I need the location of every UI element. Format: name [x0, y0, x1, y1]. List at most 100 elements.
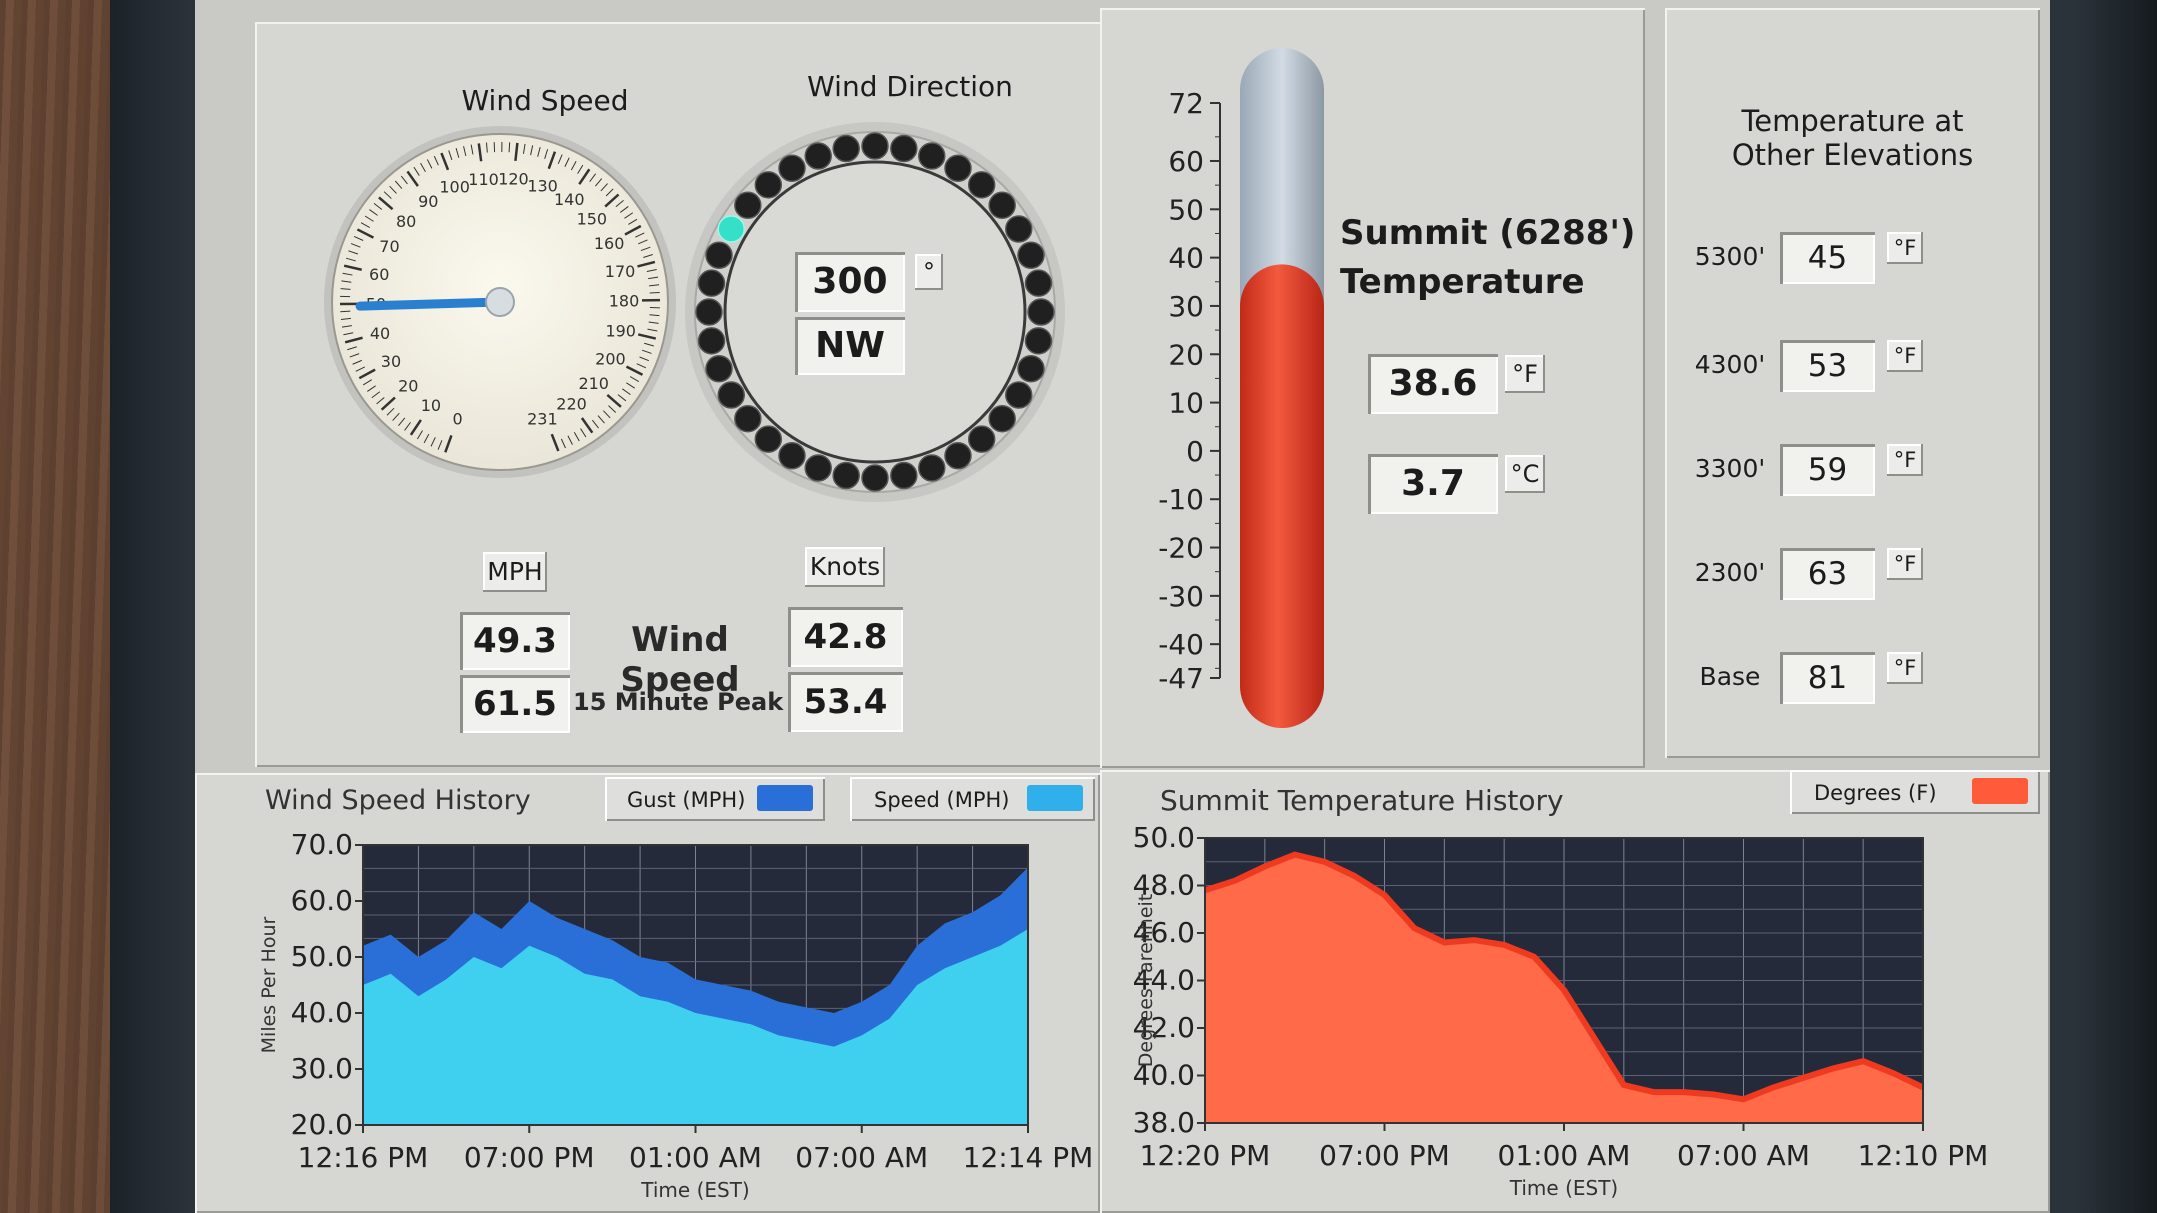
gauge-tick-label: 30 [381, 352, 401, 371]
gauge-tick [508, 142, 511, 153]
gauge-tick-label: 100 [439, 178, 470, 197]
elevations-title-line1: Temperature at [1741, 104, 1964, 138]
gauge-tick-label: 120 [498, 170, 529, 189]
thermometer-tick-label: 72 [1168, 87, 1204, 120]
degree-unit-label: ° [915, 254, 943, 290]
gauge-tick-label: 170 [605, 262, 636, 281]
legend-degrees[interactable]: Degrees (F) [1790, 770, 2040, 814]
elevation-label: 5300' [1694, 242, 1766, 271]
thermometer: 72 60 50 40 30 20 10 0 -10 -20 -30 -40-47 [1158, 48, 1324, 728]
celsius-unit-label: °C [1505, 455, 1545, 493]
x-tick-label: 12:14 PM [963, 1141, 1094, 1174]
gauge-tick-label: 220 [556, 394, 587, 413]
wind-speed-knots-value: 42.8 [788, 607, 903, 667]
thermometer-tick-label: 40 [1168, 242, 1204, 275]
wind-panel: Wind Speed Wind Direction 01020304050607… [255, 22, 1155, 767]
legend-degrees-label: Degrees (F) [1814, 781, 1937, 805]
gauge-tick-label: 190 [605, 321, 636, 340]
gauge-tick-label: 10 [421, 396, 441, 415]
elevation-unit-label: °F [1887, 340, 1923, 372]
gauge-tick-label: 0 [452, 410, 462, 429]
thermometer-tick-label: -20 [1158, 532, 1204, 565]
legend-speed-label: Speed (MPH) [874, 788, 1010, 812]
gauge-tick-label: 150 [577, 210, 608, 229]
x-tick-label: 01:00 AM [629, 1141, 762, 1174]
temp-history-panel: Summit Temperature History Degrees (F) 5… [1100, 770, 2050, 1213]
wind-direction-indicator [695, 298, 723, 326]
thermometer-tick-label: 0 [1186, 435, 1204, 468]
thermometer-fill [1240, 264, 1324, 728]
wind-direction-cardinal: NW [795, 317, 905, 375]
mph-unit-label: MPH [483, 552, 547, 592]
elevation-temp-value: 81 [1780, 652, 1875, 704]
peak-gust-label: 15 Minute Peak Gust [573, 688, 855, 716]
wind-speed-mph-value: 49.3 [460, 612, 570, 670]
summit-temp-f-value: 38.6 [1368, 354, 1498, 414]
elevation-unit-label: °F [1887, 652, 1923, 684]
wind-direction-indicator [1027, 298, 1055, 326]
gauge-tick-label: 80 [396, 212, 416, 231]
temp-history-title: Summit Temperature History [1160, 784, 1564, 817]
wind-direction-indicator [754, 171, 783, 199]
wind-direction-indicator [944, 154, 972, 182]
legend-gust[interactable]: Gust (MPH) [605, 777, 825, 821]
wind-direction-indicator [918, 142, 946, 170]
elevation-row: 5300' 45 °F [1665, 228, 2040, 288]
wind-direction-indicator [890, 461, 918, 490]
x-tick-label: 07:00 PM [1319, 1139, 1450, 1172]
legend-gust-label: Gust (MPH) [627, 788, 746, 812]
wind-speed-gauge-title: Wind Speed [461, 84, 629, 117]
wind-direction-indicator [1017, 241, 1045, 269]
wind-direction-indicator [705, 355, 733, 383]
x-axis-label: Time (EST) [640, 1178, 749, 1202]
y-axis-label: Degrees Farenheit [1135, 894, 1157, 1068]
wind-history-chart: 70.0 60.0 50.0 40.0 30.0 20.012:16 PM 07:00 PM… [258, 828, 1094, 1202]
wind-direction-indicator [697, 327, 726, 355]
x-axis-label: Time (EST) [1509, 1176, 1618, 1200]
wind-direction-indicator [1005, 215, 1033, 243]
wind-direction-indicator [804, 454, 832, 482]
elevation-row: 3300' 59 °F [1665, 440, 2040, 500]
wind-speed-needle [355, 297, 505, 311]
thermometer-tick-label: 20 [1168, 338, 1204, 371]
gauge-tick-label: 60 [369, 265, 389, 284]
gauge-tick-label: 200 [595, 349, 626, 368]
wind-direction-indicator [1017, 355, 1045, 383]
gauge-tick-label: 140 [554, 190, 585, 209]
wind-direction-indicator [890, 134, 918, 163]
fahrenheit-unit-label: °F [1505, 355, 1545, 393]
elevation-row: 4300' 53 °F [1665, 336, 2040, 396]
gust-mph-value: 61.5 [460, 675, 570, 733]
elevation-temp-value: 59 [1780, 444, 1875, 496]
wind-direction-indicator [778, 154, 806, 182]
wind-direction-indicator [861, 464, 889, 492]
elevation-row: 2300' 63 °F [1665, 544, 2040, 604]
thermometer-tick-label: 30 [1168, 290, 1204, 323]
gauge-tick-label: 40 [370, 324, 390, 343]
x-tick-label: 12:20 PM [1140, 1139, 1271, 1172]
x-tick-label: 07:00 PM [464, 1141, 595, 1174]
thermometer-tick-label: 10 [1168, 387, 1204, 420]
wind-direction-title: Wind Direction [807, 70, 1013, 103]
wind-direction-indicator [734, 404, 762, 433]
gauge-tick [340, 310, 351, 313]
needle-hub [485, 287, 515, 317]
y-tick-label: 38.0 [1133, 1106, 1195, 1139]
wind-direction-indicator [717, 381, 745, 409]
legend-speed[interactable]: Speed (MPH) [850, 777, 1095, 821]
y-tick-label: 50.0 [291, 940, 353, 973]
wind-direction-indicator [1005, 381, 1033, 409]
gauge-tick-label: 180 [609, 292, 640, 311]
gust-knots-value: 53.4 [788, 672, 903, 732]
wind-direction-ring [685, 122, 1065, 502]
summit-temperature-panel: 72 60 50 40 30 20 10 0 -10 -20 -30 -40 -47 Summit (6… [1100, 8, 1645, 768]
elevation-label: 3300' [1694, 454, 1766, 483]
gust-swatch [757, 785, 813, 811]
wind-history-panel: Wind Speed History Gust (MPH) Speed (MPH… [195, 773, 1100, 1213]
thermometer-tick-label: -47 [1158, 662, 1204, 695]
x-tick-label: 07:00 AM [1677, 1139, 1810, 1172]
x-tick-label: 07:00 AM [795, 1141, 928, 1174]
dashboard-screen: Wind Speed Wind Direction 01020304050607… [195, 0, 2050, 1213]
other-elevations-panel: Temperature at Other Elevations 5300' 45… [1665, 8, 2040, 758]
wind-direction-indicator [944, 442, 972, 470]
